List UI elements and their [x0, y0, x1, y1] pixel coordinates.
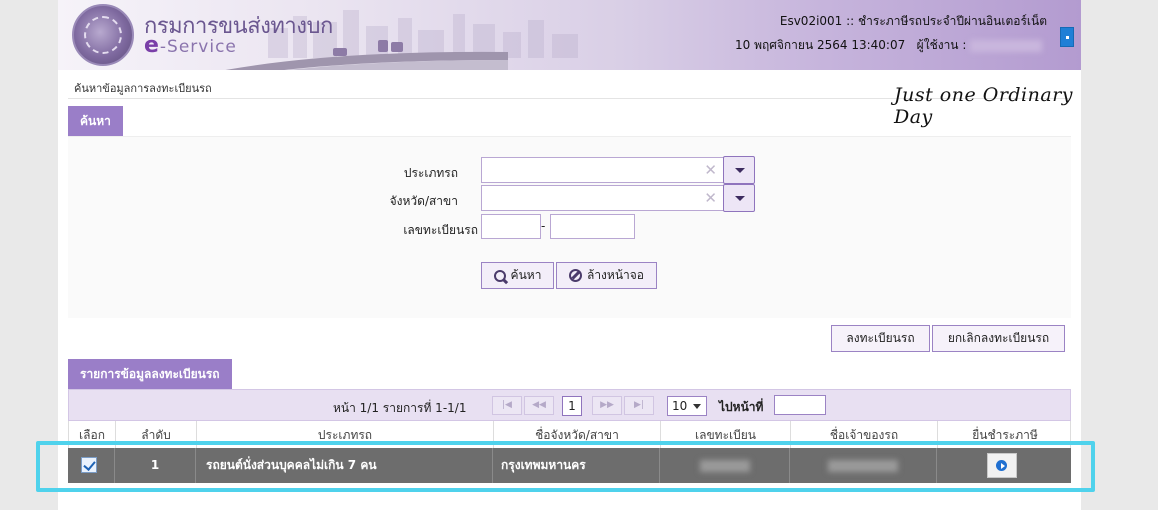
- header-banner: กรมการขนส่งทางบก e-Service Esv02i001 :: …: [58, 0, 1081, 70]
- prev-page-icon[interactable]: ◀◀: [524, 396, 554, 415]
- page-container: กรมการขนส่งทางบก e-Service Esv02i001 :: …: [58, 0, 1081, 510]
- page-size-select[interactable]: 10: [667, 396, 707, 416]
- search-panel: ประเภทรถ ✕ จังหวัด/สาขา ✕ เลขทะเบียนรถ -…: [68, 136, 1071, 318]
- username-redacted: [970, 39, 1043, 52]
- column-header: ลำดับ: [116, 421, 197, 448]
- system-title: Esv02i001 :: ชำระภาษีรถประจำปีผ่านอินเตอ…: [779, 14, 1047, 28]
- pager-summary: หน้า 1/1 รายการที่ 1-1/1: [333, 401, 467, 415]
- column-header: ชื่อจังหวัด/สาขา: [494, 421, 661, 448]
- list-panel-tab: รายการข้อมูลลงทะเบียนรถ: [68, 359, 232, 389]
- current-datetime: 10 พฤศจิกายน 2564 13:40:07: [735, 38, 906, 52]
- logout-icon[interactable]: [1060, 27, 1074, 47]
- column-header: ยื่นชำระภาษี: [972, 428, 1038, 442]
- clear-x-icon[interactable]: ✕: [704, 161, 717, 179]
- clear-x-icon[interactable]: ✕: [704, 189, 717, 207]
- vehicle-type-select[interactable]: ✕: [481, 157, 724, 183]
- column-header: เลขทะเบียน: [661, 421, 791, 448]
- handwritten-annotation: Just one Ordinary Day: [894, 84, 1074, 128]
- column-header: ชื่อเจ้าของรถ: [791, 421, 938, 448]
- vehicle-type-label: ประเภทรถ: [403, 166, 458, 180]
- index-cell: 1: [115, 448, 196, 483]
- plate-label: เลขทะเบียนรถ: [403, 223, 478, 237]
- next-page-icon[interactable]: ▶▶: [592, 396, 622, 415]
- table-header: เลือก ลำดับ ประเภทรถ ชื่อจังหวัด/สาขา เล…: [68, 421, 1071, 448]
- province-label: จังหวัด/สาขา: [389, 194, 458, 208]
- search-panel-tab: ค้นหา: [68, 106, 123, 136]
- datetime-user: 10 พฤศจิกายน 2564 13:40:07 ผู้ใช้งาน :: [735, 36, 1043, 55]
- brand-eservice: e-Service: [144, 33, 237, 58]
- search-button[interactable]: ค้นหา: [481, 262, 554, 289]
- vehicle-type-cell: รถยนต์นั่งส่วนบุคคลไม่เกิน 7 คน: [196, 448, 493, 483]
- ban-icon: [568, 269, 582, 282]
- goto-page-input[interactable]: [774, 395, 826, 415]
- select-cell: [68, 448, 115, 483]
- column-header: ประเภทรถ: [197, 421, 494, 448]
- plate-prefix-input[interactable]: [481, 214, 541, 239]
- search-icon: [493, 269, 506, 282]
- row-checkbox[interactable]: [81, 457, 97, 473]
- clear-button[interactable]: ล้างหน้าจอ: [556, 262, 657, 289]
- current-page[interactable]: 1: [562, 396, 582, 416]
- owner-cell-redacted: [790, 448, 937, 483]
- vehicle-type-dropdown-button[interactable]: [723, 156, 755, 184]
- register-vehicle-button[interactable]: ลงทะเบียนรถ: [831, 325, 930, 352]
- first-page-icon[interactable]: |◀: [492, 396, 522, 415]
- plate-number-input[interactable]: [550, 214, 635, 239]
- column-header: เลือก: [69, 421, 116, 448]
- user-label: ผู้ใช้งาน :: [916, 38, 967, 52]
- pay-tax-play-icon[interactable]: [987, 453, 1017, 478]
- pay-tax-cell: [937, 448, 1071, 483]
- pager: หน้า 1/1 รายการที่ 1-1/1 |◀ ◀◀ 1 ▶▶ ▶| 1…: [68, 389, 1071, 421]
- province-cell: กรุงเทพมหานคร: [493, 448, 660, 483]
- goto-page-label: ไปหน้าที่: [719, 400, 764, 414]
- department-seal-logo: [72, 4, 134, 66]
- plate-separator: -: [541, 219, 546, 233]
- breadcrumb: ค้นหาข้อมูลการลงทะเบียนรถ: [74, 82, 212, 95]
- table-row[interactable]: 1 รถยนต์นั่งส่วนบุคคลไม่เกิน 7 คน กรุงเท…: [68, 448, 1071, 483]
- cancel-register-button[interactable]: ยกเลิกลงทะเบียนรถ: [932, 325, 1065, 352]
- last-page-icon[interactable]: ▶|: [624, 396, 654, 415]
- plate-cell-redacted: [660, 448, 790, 483]
- province-select[interactable]: ✕: [481, 185, 724, 211]
- province-dropdown-button[interactable]: [723, 184, 755, 212]
